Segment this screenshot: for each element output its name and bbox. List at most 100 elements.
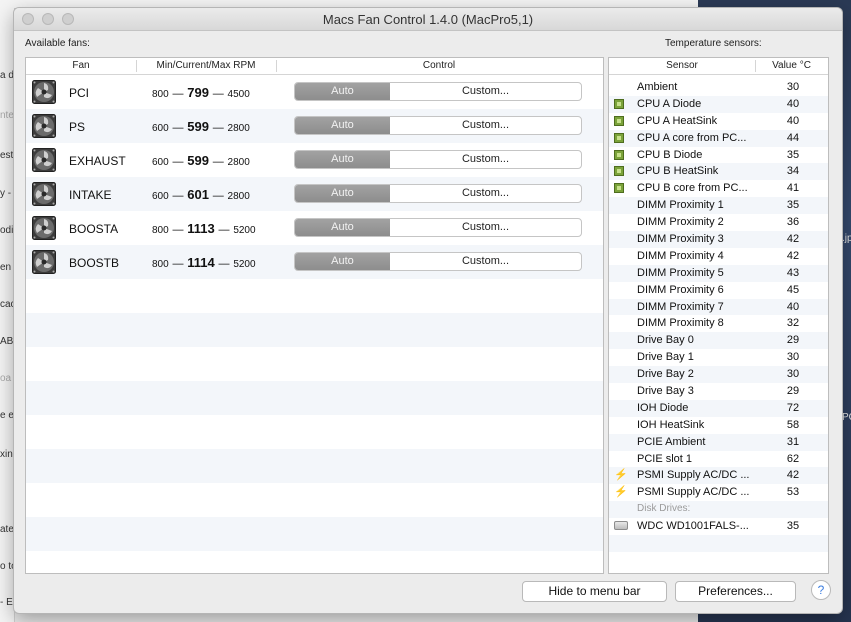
- sensor-value: 40: [786, 97, 800, 110]
- fan-max-rpm: 4500: [227, 89, 250, 100]
- cpu-chip-icon: [614, 132, 624, 143]
- sensor-value: 42: [786, 233, 800, 246]
- auto-button[interactable]: Auto: [295, 117, 390, 134]
- sensor-row[interactable]: Drive Bay 0 29: [609, 332, 828, 350]
- fan-control-segmented[interactable]: Auto Custom...: [294, 218, 582, 237]
- fan-control-segmented[interactable]: Auto Custom...: [294, 82, 582, 101]
- sensor-row[interactable]: CPU A core from PC... 44: [609, 129, 828, 147]
- custom-button[interactable]: Custom...: [390, 83, 581, 100]
- fan-control-segmented[interactable]: Auto Custom...: [294, 150, 582, 169]
- sensor-value: 42: [786, 249, 800, 262]
- sensor-row[interactable]: DIMM Proximity 6 45: [609, 282, 828, 299]
- sensor-row[interactable]: CPU A HeatSink 40: [609, 113, 828, 130]
- hard-drive-icon: [614, 521, 628, 531]
- column-header-sensor[interactable]: Sensor: [609, 60, 755, 71]
- custom-button[interactable]: Custom...: [390, 253, 581, 270]
- sensor-name: PSMI Supply AC/DC ...: [637, 486, 750, 499]
- sensor-row[interactable]: PCIE slot 1 62: [609, 451, 828, 468]
- sensor-row[interactable]: DIMM Proximity 8 32: [609, 315, 828, 332]
- preferences-button[interactable]: Preferences...: [675, 581, 796, 602]
- sensor-row[interactable]: PCIE Ambient 31: [609, 433, 828, 451]
- fan-current-rpm: 601: [187, 187, 209, 202]
- sensor-row[interactable]: DIMM Proximity 5 43: [609, 264, 828, 282]
- sensor-row[interactable]: CPU B Diode 35: [609, 147, 828, 164]
- sensor-row[interactable]: IOH HeatSink 58: [609, 417, 828, 434]
- hide-to-menu-bar-button[interactable]: Hide to menu bar: [522, 581, 667, 602]
- macs-fan-control-window: Macs Fan Control 1.4.0 (MacPro5,1) Avail…: [14, 8, 842, 613]
- column-header-rpm[interactable]: Min/Current/Max RPM: [136, 60, 276, 71]
- rpm-separator: —: [172, 122, 184, 134]
- empty-row: [26, 279, 603, 313]
- fan-row[interactable]: PS 600 — 599 — 2800 Auto Custom...: [26, 109, 603, 143]
- cpu-chip-icon: [614, 98, 624, 109]
- sensor-row[interactable]: Drive Bay 2 30: [609, 366, 828, 384]
- sensor-value: 72: [786, 401, 800, 414]
- fan-row[interactable]: INTAKE 600 — 601 — 2800 Auto Custom...: [26, 177, 603, 211]
- cpu-chip-icon: [614, 166, 624, 177]
- rpm-separator: —: [172, 190, 184, 202]
- empty-row: [26, 313, 603, 347]
- title-bar[interactable]: Macs Fan Control 1.4.0 (MacPro5,1): [14, 8, 842, 31]
- sensor-row[interactable]: ⚡ PSMI Supply AC/DC ... 42: [609, 467, 828, 485]
- custom-button[interactable]: Custom...: [390, 151, 581, 168]
- sensor-row[interactable]: Ambient 30: [609, 79, 828, 96]
- fan-row[interactable]: BOOSTB 800 — 1114 — 5200 Auto Custom...: [26, 245, 603, 279]
- custom-button[interactable]: Custom...: [390, 117, 581, 134]
- sensor-value: 31: [786, 435, 800, 448]
- fan-control-segmented[interactable]: Auto Custom...: [294, 116, 582, 135]
- help-button[interactable]: ?: [811, 580, 831, 600]
- background-fragment: cac: [0, 299, 14, 310]
- auto-button[interactable]: Auto: [295, 151, 390, 168]
- sensors-table-header: Sensor Value °C: [609, 58, 828, 75]
- custom-button[interactable]: Custom...: [390, 219, 581, 236]
- sensor-row[interactable]: IOH Diode 72: [609, 399, 828, 417]
- auto-button[interactable]: Auto: [295, 253, 390, 270]
- sensor-row[interactable]: ⚡ PSMI Supply AC/DC ... 53: [609, 484, 828, 501]
- fan-max-rpm: 5200: [233, 259, 256, 270]
- sensor-name: DIMM Proximity 6: [637, 283, 724, 296]
- sensor-value: 53: [786, 486, 800, 499]
- fan-control-segmented[interactable]: Auto Custom...: [294, 184, 582, 203]
- sensor-row[interactable]: DIMM Proximity 7 40: [609, 298, 828, 316]
- sensor-row[interactable]: WDC WD1001FALS-... 35: [609, 518, 828, 535]
- fan-row[interactable]: BOOSTA 800 — 1113 — 5200 Auto Custom...: [26, 211, 603, 245]
- sensor-row[interactable]: Drive Bay 3 29: [609, 383, 828, 400]
- background-fragment: PG: [842, 412, 851, 423]
- background-fragment: y -: [0, 188, 12, 199]
- sensor-row[interactable]: DIMM Proximity 1 35: [609, 197, 828, 215]
- empty-row: [26, 517, 603, 551]
- sensor-row[interactable]: Drive Bay 1 30: [609, 349, 828, 366]
- sensor-value: 62: [786, 452, 800, 465]
- column-header-value[interactable]: Value °C: [755, 60, 828, 71]
- sensor-row[interactable]: DIMM Proximity 4 42: [609, 248, 828, 265]
- empty-row: [26, 483, 603, 517]
- fan-rpm: 800 — 1113 — 5200: [152, 221, 256, 236]
- sensor-value: 30: [786, 351, 800, 364]
- fan-max-rpm: 2800: [227, 123, 250, 134]
- auto-button[interactable]: Auto: [295, 83, 390, 100]
- sensor-row[interactable]: CPU A Diode 40: [609, 95, 828, 113]
- sensor-row[interactable]: CPU B HeatSink 34: [609, 163, 828, 181]
- fan-row[interactable]: PCI 800 — 799 — 4500 Auto Custom...: [26, 75, 603, 109]
- auto-button[interactable]: Auto: [295, 185, 390, 202]
- custom-button[interactable]: Custom...: [390, 185, 581, 202]
- fan-name: PCI: [69, 86, 90, 100]
- fans-table-header: Fan Min/Current/Max RPM Control: [26, 58, 603, 75]
- sensor-name: DIMM Proximity 3: [637, 233, 724, 246]
- sensor-row[interactable]: CPU B core from PC... 41: [609, 180, 828, 197]
- fan-current-rpm: 1113: [187, 221, 215, 236]
- auto-button[interactable]: Auto: [295, 219, 390, 236]
- sensor-value: 36: [786, 216, 800, 229]
- temperature-sensors-label: Temperature sensors:: [665, 38, 762, 49]
- fan-icon: [32, 80, 56, 104]
- column-header-control[interactable]: Control: [276, 60, 602, 71]
- sensor-row[interactable]: DIMM Proximity 2 36: [609, 214, 828, 231]
- sensor-row[interactable]: DIMM Proximity 3 42: [609, 231, 828, 248]
- sensor-value: 35: [786, 148, 800, 161]
- fan-rpm: 600 — 601 — 2800: [152, 187, 250, 202]
- column-header-fan[interactable]: Fan: [26, 60, 136, 71]
- temperature-sensors-table: Sensor Value °C Ambient 30 CPU A Diode 40 CP…: [608, 57, 829, 574]
- fan-control-segmented[interactable]: Auto Custom...: [294, 252, 582, 271]
- fans-table-body: PCI 800 — 799 — 4500 Auto Custom... PS 600 — …: [26, 75, 603, 573]
- fan-row[interactable]: EXHAUST 600 — 599 — 2800 Auto Custom...: [26, 143, 603, 177]
